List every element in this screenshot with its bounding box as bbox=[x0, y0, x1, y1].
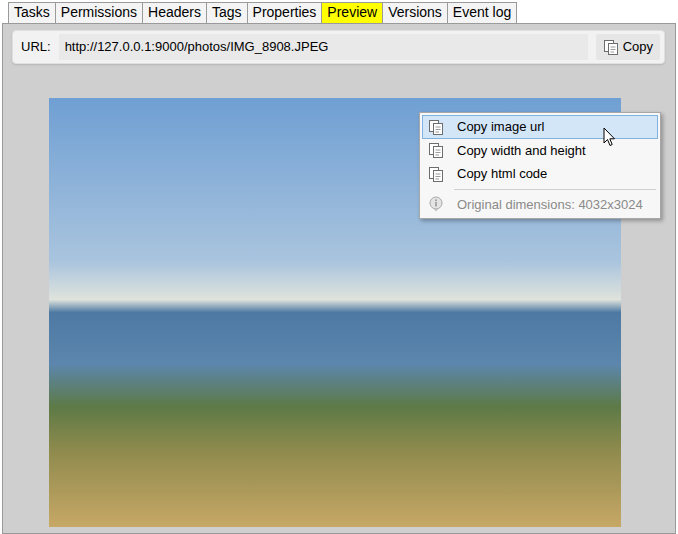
menu-item-label: Original dimensions: 4032x3024 bbox=[457, 195, 643, 215]
menu-item-label[interactable]: Copy width and height bbox=[457, 141, 586, 161]
menu-item: Original dimensions: 4032x3024 bbox=[422, 193, 658, 217]
menu-item-label[interactable]: Copy image url bbox=[457, 117, 544, 137]
copy-icon bbox=[603, 39, 619, 55]
menu-item-label[interactable]: Copy html code bbox=[457, 164, 547, 184]
copy-button[interactable]: Copy bbox=[596, 34, 660, 60]
copy-icon bbox=[428, 142, 444, 158]
copy-button-label[interactable]: Copy bbox=[623, 37, 653, 57]
menu-item[interactable]: Copy image url bbox=[422, 115, 658, 139]
copy-icon bbox=[428, 119, 444, 135]
menu-item[interactable]: Copy html code bbox=[422, 162, 658, 186]
url-bar: URL:http://127.0.0.1:9000/photos/IMG_890… bbox=[12, 30, 665, 64]
tab[interactable]: Tags bbox=[206, 2, 248, 23]
menu-item-icon-box bbox=[425, 141, 447, 159]
menu-separator bbox=[454, 189, 656, 190]
url-label: URL: bbox=[21, 37, 59, 57]
tab[interactable]: Event log bbox=[447, 2, 517, 23]
menu-item[interactable]: Copy width and height bbox=[422, 139, 658, 163]
tab[interactable]: Properties bbox=[247, 2, 323, 23]
info-icon bbox=[428, 196, 444, 212]
preview-panel: URL:http://127.0.0.1:9000/photos/IMG_890… bbox=[2, 23, 676, 534]
tab[interactable]: Versions bbox=[382, 2, 448, 23]
menu-item-icon-box bbox=[425, 165, 447, 183]
copy-icon bbox=[428, 166, 444, 182]
tab-strip: TasksPermissionsHeadersTagsPropertiesPre… bbox=[0, 0, 678, 23]
tab[interactable]: Tasks bbox=[8, 2, 56, 23]
menu-item-icon-box bbox=[425, 118, 447, 136]
menu-item-icon-box bbox=[425, 195, 447, 213]
tab[interactable]: Headers bbox=[142, 2, 207, 23]
context-menu: Copy image url Copy width and height Copy … bbox=[419, 112, 661, 219]
url-field[interactable]: http://127.0.0.1:9000/photos/IMG_8908.JP… bbox=[59, 34, 588, 60]
tab[interactable]: Permissions bbox=[55, 2, 143, 23]
tab[interactable]: Preview bbox=[321, 2, 383, 23]
